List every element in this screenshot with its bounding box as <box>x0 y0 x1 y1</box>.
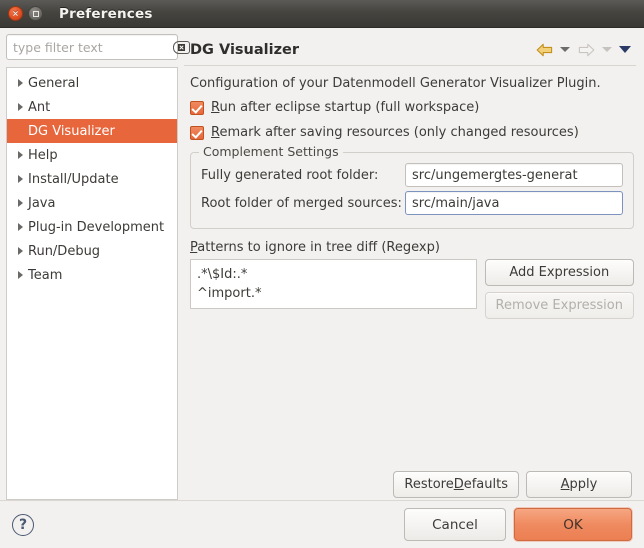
expand-arrow-icon[interactable] <box>12 199 28 207</box>
apply-button[interactable]: Apply <box>526 471 632 498</box>
expand-arrow-icon[interactable] <box>12 79 28 87</box>
list-item[interactable]: ^import.* <box>197 284 470 303</box>
forward-button <box>574 39 598 61</box>
checkbox-label-run-after-startup: Run after eclipse startup (full workspac… <box>211 100 479 115</box>
add-expression-button[interactable]: Add Expression <box>484 259 634 286</box>
sidebar-item-label: Ant <box>28 99 51 115</box>
checkbox-run-after-startup[interactable] <box>190 100 204 115</box>
page-action-buttons: Restore Defaults Apply <box>190 471 634 498</box>
sidebar-item-label: Run/Debug <box>28 243 101 259</box>
dialog-footer: ? Cancel OK <box>0 500 644 548</box>
field-label: Root folder of merged sources: <box>201 195 402 211</box>
checkbox-remark-after-saving[interactable] <box>190 125 204 140</box>
maximize-button[interactable] <box>28 6 43 21</box>
sidebar: General Ant DG Visualizer Help Install/U <box>0 34 190 500</box>
list-item[interactable]: .*\$Id:.* <box>197 265 470 284</box>
page-title: DG Visualizer <box>190 41 300 58</box>
sidebar-item-plug-in-development[interactable]: Plug-in Development <box>7 215 177 239</box>
page-description: Configuration of your Datenmodell Genera… <box>190 76 601 91</box>
page-nav-toolbar <box>532 39 634 61</box>
forward-arrow-icon <box>578 43 594 56</box>
help-icon-label: ? <box>18 516 28 533</box>
checkbox-label-remark-after-saving: Remark after saving resources (only chan… <box>211 125 579 140</box>
close-button[interactable]: × <box>8 6 23 21</box>
patterns-row: .*\$Id:.* ^import.* Add Expression Remov… <box>190 259 634 462</box>
label-post: efaults <box>463 477 508 492</box>
field-row-root-folder-merged-sources: Root folder of merged sources: <box>201 191 623 215</box>
sidebar-item-java[interactable]: Java <box>7 191 177 215</box>
sidebar-item-label: Plug-in Development <box>28 219 165 235</box>
restore-defaults-button[interactable]: Restore Defaults <box>393 471 519 498</box>
filter-box[interactable] <box>6 34 190 60</box>
sidebar-item-label: Help <box>28 147 58 163</box>
preferences-tree[interactable]: General Ant DG Visualizer Help Install/U <box>6 67 178 500</box>
sidebar-item-label: Java <box>28 195 56 211</box>
sidebar-item-general[interactable]: General <box>7 71 177 95</box>
checkbox-row-run-after-startup[interactable]: Run after eclipse startup (full workspac… <box>190 100 634 115</box>
page-header: DG Visualizer <box>184 34 636 65</box>
fully-generated-root-folder-input[interactable] <box>405 163 623 187</box>
sidebar-item-label: Team <box>28 267 63 283</box>
sidebar-item-team[interactable]: Team <box>7 263 177 287</box>
expand-arrow-icon[interactable] <box>12 151 28 159</box>
page-content: Configuration of your Datenmodell Genera… <box>184 66 636 500</box>
label-rest: emark after saving resources (only chang… <box>219 125 579 140</box>
back-button[interactable] <box>532 39 556 61</box>
sidebar-item-label: Install/Update <box>28 171 119 187</box>
field-label: Fully generated root folder: <box>201 167 379 183</box>
label-post: pply <box>569 477 598 492</box>
sidebar-item-ant[interactable]: Ant <box>7 95 177 119</box>
sidebar-item-help[interactable]: Help <box>7 143 177 167</box>
chevron-down-icon <box>602 47 612 52</box>
root-folder-of-merged-sources-input[interactable] <box>405 191 623 215</box>
sidebar-item-run-debug[interactable]: Run/Debug <box>7 239 177 263</box>
field-row-fully-generated-root-folder: Fully generated root folder: <box>201 163 623 187</box>
back-arrow-icon <box>536 43 552 56</box>
remove-expression-button: Remove Expression <box>484 292 634 319</box>
window-controls: × <box>8 6 43 21</box>
preferences-dialog: × Preferences General <box>0 0 644 548</box>
label-rest: atterns to ignore in tree diff (Regexp) <box>197 240 440 255</box>
back-history-button[interactable] <box>556 39 574 61</box>
label-pre: Restore <box>404 477 454 492</box>
expand-arrow-icon[interactable] <box>12 247 28 255</box>
patterns-label: Patterns to ignore in tree diff (Regexp) <box>190 240 634 255</box>
patterns-buttons: Add Expression Remove Expression <box>484 259 634 319</box>
window-title: Preferences <box>59 5 153 22</box>
label-rest: un after eclipse startup (full workspace… <box>219 100 480 115</box>
chevron-down-icon <box>560 47 570 52</box>
preference-page: DG Visualizer Configuration of your Date… <box>178 34 644 500</box>
forward-history-button <box>598 39 616 61</box>
help-icon[interactable]: ? <box>12 513 34 536</box>
mnemonic-letter: A <box>560 477 570 492</box>
group-title: Complement Settings <box>199 144 343 159</box>
footer-buttons: Cancel OK <box>404 508 632 541</box>
view-menu-button[interactable] <box>616 39 634 61</box>
complement-settings-group: Complement Settings Fully generated root… <box>190 144 634 229</box>
maximize-icon <box>32 10 39 17</box>
chevron-down-icon <box>619 46 631 53</box>
cancel-button[interactable]: Cancel <box>404 508 506 541</box>
sidebar-item-install-update[interactable]: Install/Update <box>7 167 177 191</box>
expand-arrow-icon[interactable] <box>12 103 28 111</box>
expand-arrow-icon[interactable] <box>12 223 28 231</box>
title-bar: × Preferences <box>0 0 644 28</box>
expand-arrow-icon[interactable] <box>12 271 28 279</box>
close-icon: × <box>12 8 19 18</box>
expand-arrow-icon[interactable] <box>12 175 28 183</box>
dialog-body: General Ant DG Visualizer Help Install/U <box>0 28 644 500</box>
mnemonic-letter: D <box>453 477 464 492</box>
ok-button[interactable]: OK <box>514 508 632 541</box>
clear-filter-icon[interactable] <box>173 40 190 54</box>
sidebar-item-label: General <box>28 75 80 91</box>
sidebar-item-label: DG Visualizer <box>28 123 115 139</box>
checkbox-row-remark-after-saving[interactable]: Remark after saving resources (only chan… <box>190 125 634 140</box>
sidebar-item-dg-visualizer[interactable]: DG Visualizer <box>7 119 177 143</box>
patterns-list[interactable]: .*\$Id:.* ^import.* <box>190 259 477 309</box>
search-input[interactable] <box>13 37 169 57</box>
